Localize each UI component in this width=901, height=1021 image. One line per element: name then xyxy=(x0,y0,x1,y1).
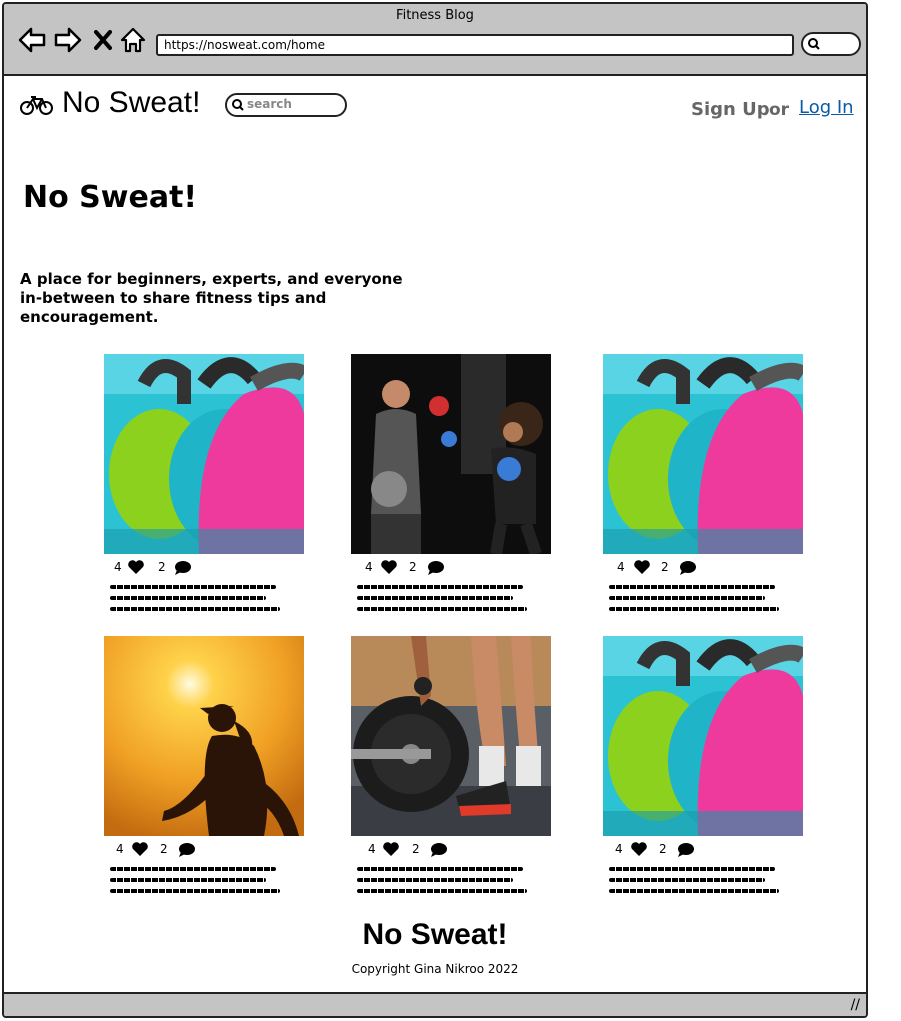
heart-icon[interactable] xyxy=(127,559,145,575)
browser-search[interactable] xyxy=(801,32,861,56)
heart-icon[interactable] xyxy=(630,841,648,857)
comment-count: 2 xyxy=(659,842,667,856)
comment-count: 2 xyxy=(661,560,669,574)
barbell-weight-image[interactable] xyxy=(351,636,551,836)
copyright: Copyright Gina Nikroo 2022 xyxy=(351,962,519,976)
comment-icon[interactable] xyxy=(178,842,196,858)
back-icon[interactable] xyxy=(16,24,48,56)
kettlebells-image[interactable] xyxy=(603,354,803,554)
kettlebells-image[interactable] xyxy=(603,636,803,836)
site-search-input[interactable]: search xyxy=(225,93,347,117)
tagline-line-2: in-between to share fitness tips and enc… xyxy=(20,289,327,326)
post-card[interactable]: 4 2 xyxy=(351,636,551,900)
comment-count: 2 xyxy=(160,842,168,856)
comment-icon[interactable] xyxy=(677,842,695,858)
post-card[interactable]: 4 2 xyxy=(104,636,304,900)
post-stats: 4 2 xyxy=(104,554,304,580)
home-icon[interactable] xyxy=(118,24,150,56)
log-in-link[interactable]: Log In xyxy=(799,97,854,118)
kettlebells-image[interactable] xyxy=(104,354,304,554)
heart-icon[interactable] xyxy=(633,559,651,575)
comment-icon[interactable] xyxy=(430,842,448,858)
heart-icon[interactable] xyxy=(131,841,149,857)
forward-icon[interactable] xyxy=(52,24,84,56)
comment-icon[interactable] xyxy=(427,560,445,576)
like-count: 4 xyxy=(114,560,122,574)
post-excerpt-placeholder xyxy=(104,585,304,611)
post-card[interactable]: 4 2 xyxy=(603,636,803,900)
comment-count: 2 xyxy=(412,842,420,856)
like-count: 4 xyxy=(615,842,623,856)
page-title: No Sweat! xyxy=(23,180,198,215)
search-placeholder: search xyxy=(247,97,292,111)
post-excerpt-placeholder xyxy=(603,867,803,893)
browser-chrome: Fitness Blog https://nosweat.com/home xyxy=(4,4,866,76)
comment-icon[interactable] xyxy=(679,560,697,576)
like-count: 4 xyxy=(617,560,625,574)
search-icon xyxy=(808,38,820,50)
browser-window: Fitness Blog https://nosweat.com/home No… xyxy=(2,2,868,1018)
sign-up-link[interactable]: Sign Up xyxy=(691,99,770,120)
bicycle-icon xyxy=(20,96,53,115)
comment-count: 2 xyxy=(409,560,417,574)
heart-icon[interactable] xyxy=(380,559,398,575)
comment-icon[interactable] xyxy=(174,560,192,576)
search-icon xyxy=(232,99,244,111)
post-card[interactable]: 4 2 xyxy=(104,354,304,618)
post-excerpt-placeholder xyxy=(603,585,803,611)
sunset-runner-image[interactable] xyxy=(104,636,304,836)
like-count: 4 xyxy=(116,842,124,856)
post-stats: 4 2 xyxy=(351,836,551,862)
post-stats: 4 2 xyxy=(603,554,803,580)
comment-count: 2 xyxy=(158,560,166,574)
heart-icon[interactable] xyxy=(382,841,400,857)
post-stats: 4 2 xyxy=(104,836,304,862)
status-bar: // xyxy=(4,992,866,1016)
like-count: 4 xyxy=(368,842,376,856)
post-stats: 4 2 xyxy=(603,836,803,862)
post-excerpt-placeholder xyxy=(104,867,304,893)
resize-grip-icon[interactable]: // xyxy=(851,997,860,1013)
tagline: A place for beginners, experts, and ever… xyxy=(20,270,440,327)
post-card[interactable]: 4 2 xyxy=(351,354,551,618)
window-title: Fitness Blog xyxy=(396,8,474,23)
boxing-training-image[interactable] xyxy=(351,354,551,554)
post-card[interactable]: 4 2 xyxy=(603,354,803,618)
post-excerpt-placeholder xyxy=(351,867,551,893)
address-bar[interactable]: https://nosweat.com/home xyxy=(156,34,794,56)
tagline-line-1: A place for beginners, experts, and ever… xyxy=(20,270,403,288)
or-label: or xyxy=(769,100,790,120)
site-brand[interactable]: No Sweat! xyxy=(62,86,200,120)
post-excerpt-placeholder xyxy=(351,585,551,611)
post-stats: 4 2 xyxy=(351,554,551,580)
like-count: 4 xyxy=(365,560,373,574)
footer-title: No Sweat! xyxy=(362,918,508,951)
